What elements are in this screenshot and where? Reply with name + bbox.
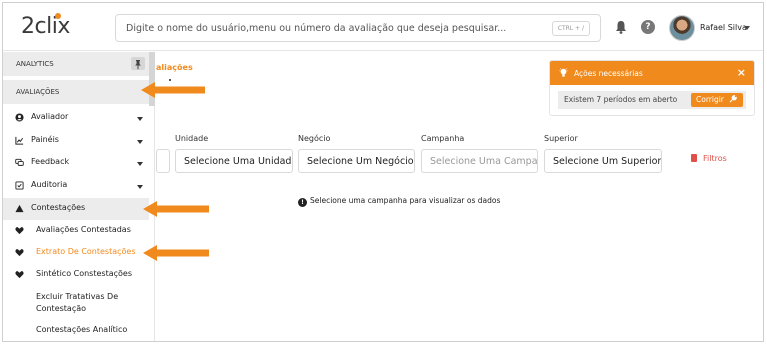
breadcrumb-separator	[169, 79, 171, 81]
chevron-down-icon	[137, 140, 143, 144]
select-value: Selecione Uma Campanha	[430, 156, 538, 167]
sidebar-section-avaliacoes[interactable]: AVALIAÇÕES	[3, 80, 149, 104]
chevron-down-icon	[137, 162, 143, 166]
annotation-arrow	[141, 82, 205, 98]
sidebar-subitem-avaliacoes-contestadas[interactable]: Avaliações Contestadas	[3, 220, 149, 242]
sidebar-item-avaliador[interactable]: Avaliador	[3, 107, 149, 129]
user-name[interactable]: Rafael Silva	[700, 23, 747, 32]
bell-icon[interactable]	[615, 20, 627, 34]
superior-select[interactable]: Selecione Um Superior	[544, 149, 662, 173]
heart-icon	[15, 249, 24, 257]
corrigir-button[interactable]: Corrigir	[691, 93, 743, 107]
actions-panel: Ações necessárias × Existem 7 períodos e…	[549, 60, 755, 116]
sidebar-subitem-label: Extrato De Contestações	[36, 247, 136, 256]
corrigir-label: Corrigir	[696, 95, 724, 104]
annotation-arrow	[143, 201, 209, 217]
lightbulb-icon	[559, 68, 568, 77]
wrench-icon	[729, 95, 738, 103]
sidebar-subitem-sintetico-contestacoes[interactable]: Sintético Constestações	[3, 264, 149, 286]
pin-icon[interactable]	[131, 57, 145, 70]
filter-label-unidade: Unidade	[175, 134, 209, 143]
close-icon[interactable]: ×	[737, 66, 746, 79]
checkbox-icon	[15, 181, 24, 190]
sidebar-subitem-label: Avaliações Contestadas	[36, 225, 131, 234]
search-input[interactable]: Digite o nome do usuário,menu ou número …	[115, 14, 601, 42]
sidebar-subitem-label: Sintético Constestações	[36, 269, 132, 278]
user-circle-icon	[15, 113, 24, 122]
heart-icon	[15, 227, 24, 235]
negocio-select[interactable]: Selecione Um Negócio	[298, 149, 415, 173]
heart-icon	[15, 271, 24, 279]
shortcut-hint: CTRL + /	[551, 21, 590, 36]
clear-filters-label: Filtros	[703, 154, 727, 163]
filter-select-partial[interactable]	[156, 149, 170, 173]
sidebar: ANALYTICS AVALIAÇÕES Avaliador Painéis F…	[3, 52, 155, 341]
unidade-select[interactable]: Selecione Uma Unidade	[175, 149, 293, 173]
clear-filters-button[interactable]: Filtros	[691, 154, 727, 163]
logo-dot	[55, 13, 61, 19]
search-placeholder: Digite o nome do usuário,menu ou número …	[126, 23, 507, 34]
filter-label-superior: Superior	[544, 134, 578, 143]
info-message-text: Selecione uma campanha para visualizar o…	[310, 196, 501, 205]
info-message: ! Selecione uma campanha para visualizar …	[298, 196, 500, 207]
actions-panel-header: Ações necessárias ×	[550, 61, 754, 85]
actions-panel-title: Ações necessárias	[574, 69, 643, 78]
app-logo[interactable]: 2clix	[21, 14, 70, 39]
app-window: 2clix Digite o nome do usuário,menu ou n…	[2, 2, 764, 342]
select-value: Selecione Um Superior	[553, 156, 662, 167]
help-icon[interactable]: ?	[641, 20, 655, 34]
sidebar-item-label: Auditoria	[31, 180, 68, 189]
sidebar-item-contestacoes[interactable]: Contestações	[3, 198, 149, 220]
sidebar-subitem-contestacoes-analitico[interactable]: Contestações Analítico	[36, 324, 146, 336]
annotation-arrow	[143, 245, 209, 261]
select-value: Selecione Uma Unidade	[184, 156, 293, 167]
filter-label-negocio: Negócio	[298, 134, 331, 143]
exclamation-icon: !	[298, 198, 307, 207]
top-header: 2clix Digite o nome do usuário,menu ou n…	[3, 3, 763, 51]
line-chart-icon	[15, 136, 24, 145]
trash-icon	[691, 154, 697, 162]
sidebar-item-feedback[interactable]: Feedback	[3, 152, 149, 174]
select-value: Selecione Um Negócio	[307, 156, 414, 167]
sidebar-subitem-excluir-tratativas[interactable]: Excluir Tratativas De Contestação	[36, 291, 146, 315]
sidebar-item-label: Avaliador	[31, 112, 69, 121]
sidebar-item-label: Feedback	[31, 157, 70, 166]
sidebar-item-label: Contestações	[31, 203, 86, 212]
warning-triangle-icon	[15, 204, 24, 213]
actions-panel-body: Existem 7 períodos em aberto Corrigir	[558, 91, 746, 109]
sidebar-subitem-extrato-de-contestacoes[interactable]: Extrato De Contestações	[3, 242, 149, 264]
campanha-select[interactable]: Selecione Uma Campanha	[421, 149, 538, 173]
chevron-down-icon[interactable]	[744, 26, 750, 30]
chat-icon	[15, 158, 24, 166]
actions-message: Existem 7 períodos em aberto	[564, 95, 678, 104]
section-label: AVALIAÇÕES	[16, 88, 60, 96]
avatar[interactable]	[669, 15, 695, 41]
page-title: aliações	[156, 63, 193, 72]
sidebar-item-paineis[interactable]: Painéis	[3, 130, 149, 152]
chevron-down-icon	[137, 117, 143, 121]
sidebar-item-auditoria[interactable]: Auditoria	[3, 175, 149, 197]
sidebar-item-label: Painéis	[31, 135, 59, 144]
sidebar-section-analytics[interactable]: ANALYTICS	[3, 52, 149, 76]
section-label: ANALYTICS	[16, 60, 54, 68]
chevron-down-icon	[137, 185, 143, 189]
filter-label-campanha: Campanha	[421, 134, 465, 143]
